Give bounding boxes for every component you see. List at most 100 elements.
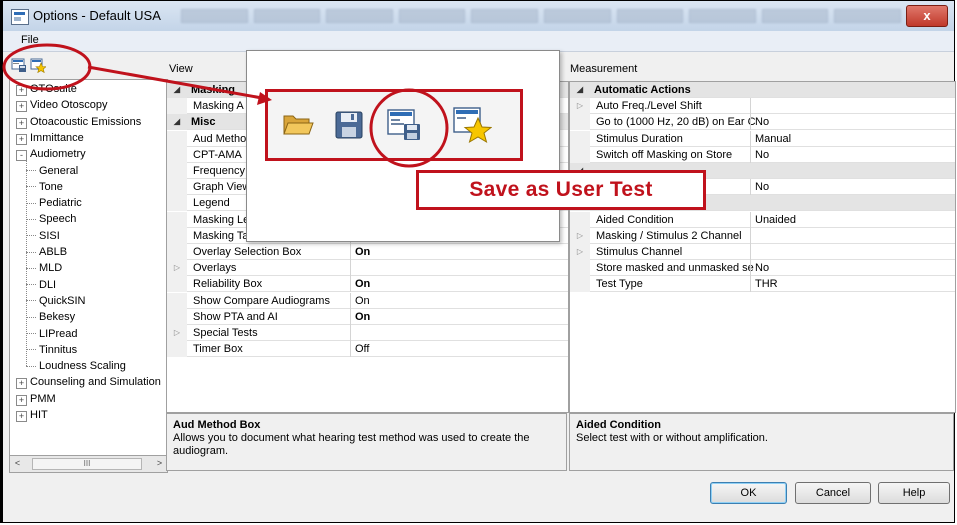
collapse-triangle-icon[interactable]: ◢: [167, 82, 187, 98]
property-value[interactable]: THR: [750, 276, 955, 293]
expand-icon[interactable]: +: [16, 411, 27, 422]
property-value[interactable]: [350, 260, 568, 277]
property-value[interactable]: Unaided: [750, 211, 955, 228]
expand-icon[interactable]: +: [16, 394, 27, 406]
property-value[interactable]: No: [750, 146, 955, 163]
grid-category-row[interactable]: ◢ Automatic Actions: [570, 82, 955, 98]
tree-item[interactable]: MLD: [26, 260, 62, 276]
grid-property-row[interactable]: Switch off Masking on Store No: [570, 146, 955, 163]
tree-item[interactable]: Tone: [26, 179, 63, 195]
blurred-tab[interactable]: [834, 9, 901, 23]
tree-item[interactable]: + HIT: [16, 407, 48, 423]
property-value[interactable]: Off: [350, 341, 568, 358]
grid-property-row[interactable]: Go to (1000 Hz, 20 dB) on Ear C No: [570, 114, 955, 131]
collapse-icon[interactable]: -: [16, 150, 27, 162]
favorite-star-icon[interactable]: [30, 58, 46, 73]
grid-property-row[interactable]: Timer Box Off: [167, 341, 568, 358]
collapse-triangle-icon[interactable]: ◢: [570, 82, 590, 98]
expand-triangle-icon[interactable]: ▷: [570, 98, 590, 115]
tree-item[interactable]: - Audiometry: [16, 146, 86, 162]
expand-icon[interactable]: +: [16, 133, 27, 145]
grid-property-row[interactable]: Show PTA and AI On: [167, 308, 568, 325]
tree-item[interactable]: + Otoacoustic Emissions: [16, 114, 141, 130]
grid-property-row[interactable]: Show Compare Audiograms On: [167, 292, 568, 309]
expand-icon[interactable]: +: [16, 378, 27, 390]
close-button[interactable]: x: [906, 5, 948, 27]
blurred-tab[interactable]: [471, 9, 538, 23]
property-value[interactable]: On: [350, 308, 568, 325]
grid-property-row[interactable]: Aided Condition Unaided: [570, 211, 955, 228]
blurred-tab[interactable]: [689, 9, 756, 23]
tree-horizontal-scrollbar[interactable]: < III >: [9, 455, 168, 473]
blurred-tab[interactable]: [181, 9, 248, 23]
blurred-tab[interactable]: [616, 9, 684, 23]
expand-icon[interactable]: +: [16, 117, 27, 129]
open-folder-icon[interactable]: [282, 110, 314, 138]
save-disk-icon[interactable]: [334, 110, 364, 140]
grid-property-row[interactable]: ▷ Stimulus Channel: [570, 244, 955, 260]
expand-triangle-icon[interactable]: ▷: [570, 227, 590, 244]
property-value[interactable]: No: [750, 179, 955, 196]
property-value[interactable]: On: [350, 276, 568, 293]
blurred-tab[interactable]: [326, 9, 393, 23]
save-user-test-icon[interactable]: [11, 58, 27, 73]
tree-item[interactable]: + Counseling and Simulation: [16, 374, 161, 390]
property-value[interactable]: No: [750, 114, 955, 131]
tree-item[interactable]: QuickSIN: [26, 293, 85, 309]
tree-item[interactable]: ABLB: [26, 244, 67, 260]
tree-item[interactable]: + OTOsuite: [16, 81, 77, 97]
tree-item[interactable]: Pediatric: [26, 195, 82, 211]
property-value[interactable]: No: [750, 260, 955, 277]
scroll-thumb[interactable]: III: [32, 458, 142, 470]
grid-property-row[interactable]: Overlay Selection Box On: [167, 244, 568, 260]
grid-property-row[interactable]: ▷ Overlays: [167, 260, 568, 277]
property-value[interactable]: Manual: [750, 130, 955, 147]
expand-triangle-icon[interactable]: ▷: [167, 260, 187, 277]
expand-icon[interactable]: +: [16, 101, 27, 113]
property-value[interactable]: [750, 244, 955, 260]
property-name: Masking: [191, 84, 236, 96]
expand-triangle-icon[interactable]: ▷: [167, 325, 187, 341]
tree-toolbar: [9, 55, 165, 77]
tree-item[interactable]: SISI: [26, 228, 60, 244]
tree-item[interactable]: + PMM: [16, 391, 56, 407]
blurred-tab[interactable]: [543, 9, 611, 23]
tree-item[interactable]: Speech: [26, 211, 76, 227]
scroll-left-arrow[interactable]: <: [10, 456, 25, 471]
scroll-right-arrow[interactable]: >: [152, 456, 167, 471]
tree-item[interactable]: Loudness Scaling: [26, 358, 126, 374]
tree-item[interactable]: General: [26, 163, 78, 179]
property-value[interactable]: [750, 227, 955, 244]
grid-property-row[interactable]: Test Type THR: [570, 276, 955, 293]
expand-triangle-icon[interactable]: ▷: [570, 244, 590, 260]
help-button[interactable]: Help: [878, 482, 950, 504]
property-value[interactable]: On: [350, 244, 568, 260]
property-value[interactable]: [750, 98, 955, 115]
property-value[interactable]: [350, 325, 568, 341]
tree-item[interactable]: + Immittance: [16, 130, 84, 146]
tree-item[interactable]: + Video Otoscopy: [16, 97, 107, 113]
grid-row-margin: [167, 195, 187, 212]
ok-button[interactable]: OK: [710, 482, 787, 504]
grid-property-row[interactable]: ▷ Auto Freq./Level Shift: [570, 98, 955, 115]
menu-file[interactable]: File: [21, 34, 39, 46]
tree-item[interactable]: LIPread: [26, 326, 78, 342]
tree-branch-line: [26, 349, 36, 351]
blurred-tab[interactable]: [398, 9, 466, 23]
save-user-test-icon[interactable]: [386, 108, 422, 142]
grid-property-row[interactable]: ▷ Masking / Stimulus 2 Channel: [570, 227, 955, 244]
tree-item[interactable]: DLI: [26, 277, 56, 293]
blurred-tab[interactable]: [253, 9, 321, 23]
property-value[interactable]: On: [350, 292, 568, 309]
favorite-star-icon[interactable]: [452, 106, 492, 144]
tree-item[interactable]: Bekesy: [26, 309, 75, 325]
collapse-triangle-icon[interactable]: ◢: [167, 114, 187, 131]
expand-icon[interactable]: +: [16, 85, 27, 96]
tree-item[interactable]: Tinnitus: [26, 342, 77, 358]
grid-property-row[interactable]: Store masked and unmasked se No: [570, 260, 955, 277]
grid-property-row[interactable]: Stimulus Duration Manual: [570, 130, 955, 147]
blurred-tab[interactable]: [761, 9, 829, 23]
cancel-button[interactable]: Cancel: [795, 482, 871, 504]
grid-property-row[interactable]: Reliability Box On: [167, 276, 568, 293]
grid-property-row[interactable]: ▷ Special Tests: [167, 325, 568, 341]
